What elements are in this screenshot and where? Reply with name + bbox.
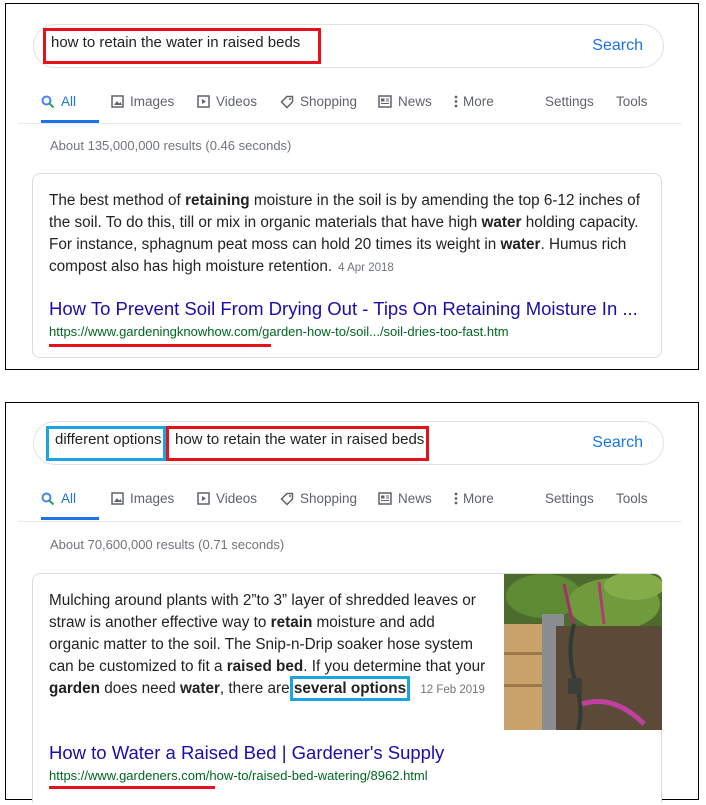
- tab-news[interactable]: News: [378, 94, 432, 109]
- result-stats: About 135,000,000 results (0.46 seconds): [50, 138, 292, 153]
- settings-link[interactable]: Settings: [545, 94, 594, 109]
- tab-label: Videos: [216, 491, 258, 506]
- result-thumbnail[interactable]: [504, 574, 662, 730]
- video-icon: [197, 95, 210, 108]
- result-title-link[interactable]: How To Prevent Soil From Drying Out - Ti…: [49, 298, 638, 320]
- more-vert-icon: [454, 95, 458, 108]
- tab-news[interactable]: News: [378, 491, 432, 506]
- tab-label: All: [61, 491, 77, 506]
- highlighted-phrase: several options: [289, 676, 411, 701]
- image-icon: [111, 95, 124, 108]
- search-icon: [41, 95, 55, 109]
- result-url[interactable]: https://www.gardeningknowhow.com/garden-…: [49, 324, 509, 339]
- featured-snippet: Mulching around plants with 2”to 3” laye…: [32, 573, 662, 803]
- search-tabs: All Images Videos Shopping News More Set…: [41, 487, 683, 521]
- result-stats: About 70,600,000 results (0.71 seconds): [50, 537, 285, 552]
- divider: [18, 521, 682, 522]
- search-button[interactable]: Search: [592, 37, 643, 55]
- featured-snippet: The best method of retaining moisture in…: [32, 173, 662, 358]
- search-icon: [41, 492, 55, 506]
- tab-more[interactable]: More: [454, 94, 494, 109]
- snippet-date: 12 Feb 2019: [420, 684, 485, 696]
- search-results-panel-1: how to retain the water in raised beds S…: [5, 3, 699, 370]
- divider: [18, 123, 682, 124]
- query-highlight-red: [43, 28, 321, 64]
- tab-label: Images: [130, 94, 175, 109]
- url-underline-red: [49, 786, 215, 789]
- tab-label: Shopping: [300, 491, 358, 506]
- query-highlight-red: [166, 426, 429, 461]
- tab-label: More: [463, 94, 494, 109]
- tab-videos[interactable]: Videos: [197, 491, 257, 506]
- snippet-text: The best method of retaining moisture in…: [49, 192, 640, 275]
- tab-label: News: [398, 94, 432, 109]
- tab-all[interactable]: All: [41, 94, 76, 109]
- tab-shopping[interactable]: Shopping: [280, 491, 357, 506]
- query-highlight-blue: [46, 426, 166, 461]
- tag-icon: [280, 492, 294, 506]
- image-icon: [111, 492, 124, 505]
- tab-shopping[interactable]: Shopping: [280, 94, 357, 109]
- url-underline-red: [49, 344, 271, 347]
- tab-label: Videos: [216, 94, 258, 109]
- search-results-panel-2: different options how to retain the wate…: [5, 402, 699, 803]
- tools-link[interactable]: Tools: [616, 491, 648, 506]
- tab-images[interactable]: Images: [111, 94, 174, 109]
- tab-label: More: [463, 491, 494, 506]
- tag-icon: [280, 95, 294, 109]
- tools-link[interactable]: Tools: [616, 94, 648, 109]
- result-title-link[interactable]: How to Water a Raised Bed | Gardener's S…: [49, 742, 444, 764]
- tab-label: News: [398, 491, 432, 506]
- raised-bed-photo: [504, 574, 662, 730]
- tab-label: Images: [130, 491, 175, 506]
- snippet-text: Mulching around plants with 2”to 3” laye…: [49, 592, 486, 701]
- result-url[interactable]: https://www.gardeners.com/how-to/raised-…: [49, 768, 428, 783]
- snippet-date: 4 Apr 2018: [338, 262, 394, 274]
- settings-link[interactable]: Settings: [545, 491, 594, 506]
- tab-label: Shopping: [300, 94, 358, 109]
- news-icon: [378, 95, 392, 108]
- tab-videos[interactable]: Videos: [197, 94, 257, 109]
- tab-label: All: [61, 94, 77, 109]
- tab-images[interactable]: Images: [111, 491, 174, 506]
- active-tab-indicator: [41, 517, 99, 520]
- search-button[interactable]: Search: [592, 434, 643, 452]
- search-tabs: All Images Videos Shopping News More Set…: [41, 90, 683, 124]
- more-vert-icon: [454, 492, 458, 505]
- tab-more[interactable]: More: [454, 491, 494, 506]
- news-icon: [378, 492, 392, 505]
- video-icon: [197, 492, 210, 505]
- tab-all[interactable]: All: [41, 491, 76, 506]
